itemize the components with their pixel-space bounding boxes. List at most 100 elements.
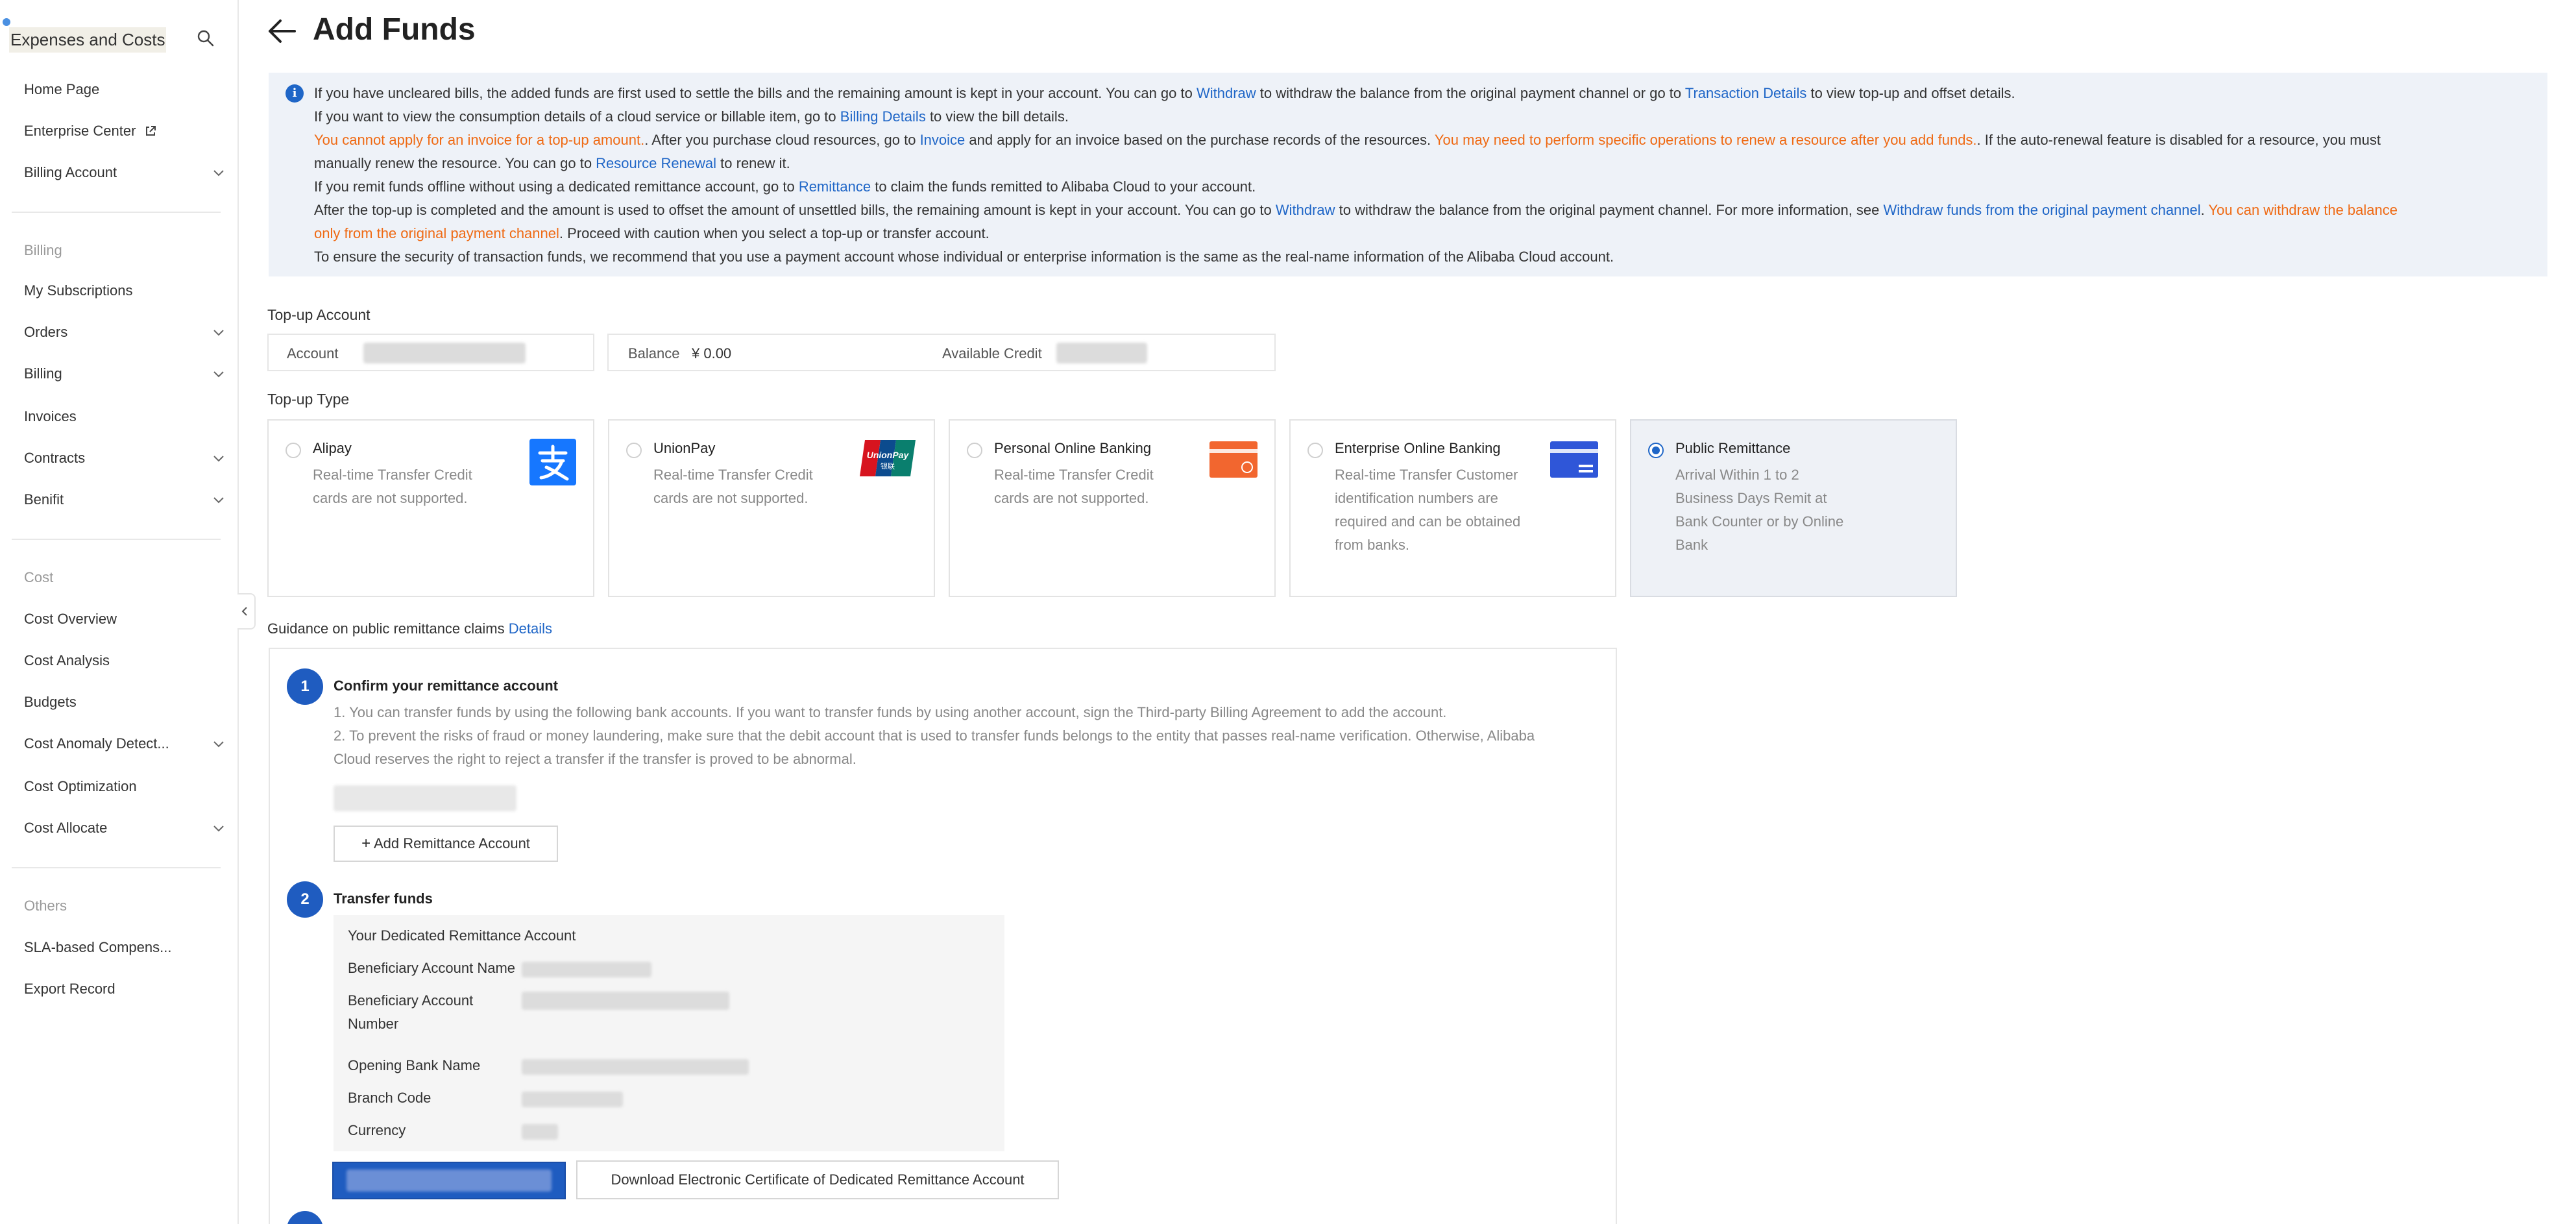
sidebar-item-label: Home Page bbox=[24, 81, 100, 97]
remittance-link[interactable]: Remittance bbox=[799, 178, 871, 195]
sidebar-item-export-record[interactable]: Export Record bbox=[24, 976, 225, 1002]
resource-renewal-link[interactable]: Resource Renewal bbox=[596, 155, 716, 171]
sidebar-item-label: Benifit bbox=[24, 491, 64, 508]
sidebar-item-billing-account[interactable]: Billing Account bbox=[24, 160, 225, 186]
topup-option-unionpay[interactable]: UnionPay Real-time Transfer Credit cards… bbox=[608, 419, 935, 597]
withdraw-link[interactable]: Withdraw bbox=[1197, 85, 1256, 101]
sidebar-item-cost-allocate[interactable]: Cost Allocate bbox=[24, 815, 225, 841]
divider bbox=[12, 539, 221, 540]
sidebar-item-label: Export Record bbox=[24, 981, 115, 997]
sidebar-item-home-page[interactable]: Home Page bbox=[24, 77, 225, 103]
withdraw-link[interactable]: Withdraw bbox=[1276, 202, 1335, 218]
sidebar-item-sla-compensation[interactable]: SLA-based Compens... bbox=[24, 935, 225, 961]
radio-button-selected[interactable] bbox=[1648, 443, 1664, 458]
chevron-down-icon bbox=[213, 826, 224, 832]
notice-text: If you have uncleared bills, the added f… bbox=[314, 85, 1197, 101]
notice-text: . bbox=[2200, 202, 2209, 218]
account-label: Account bbox=[287, 345, 339, 361]
currency-label: Currency bbox=[348, 1122, 406, 1138]
redacted-value bbox=[522, 962, 651, 977]
notice-text: . Proceed with caution when you select a… bbox=[559, 225, 990, 241]
option-title: Enterprise Online Banking bbox=[1335, 440, 1501, 456]
radio-button[interactable] bbox=[1307, 443, 1323, 458]
svg-text:UnionPay: UnionPay bbox=[867, 450, 910, 460]
redacted-remittance-account bbox=[334, 785, 516, 811]
redacted-primary-button[interactable] bbox=[332, 1162, 566, 1199]
status-dot bbox=[3, 18, 10, 26]
opening-bank-name-label: Opening Bank Name bbox=[348, 1057, 481, 1073]
download-certificate-button[interactable]: Download Electronic Certificate of Dedic… bbox=[576, 1160, 1059, 1199]
notice-text: . If the auto-renewal feature is disable… bbox=[1976, 132, 2381, 148]
button-label: Add Remittance Account bbox=[374, 835, 530, 851]
enterprise-bank-icon bbox=[1550, 441, 1598, 478]
sidebar-item-invoices[interactable]: Invoices bbox=[24, 404, 225, 430]
invoice-link[interactable]: Invoice bbox=[920, 132, 966, 148]
add-remittance-account-button[interactable]: + Add Remittance Account bbox=[334, 826, 558, 862]
redacted-value bbox=[522, 1092, 623, 1107]
notice-text: to renew it. bbox=[716, 155, 790, 171]
option-title: Public Remittance bbox=[1675, 440, 1791, 456]
topup-option-public-remittance[interactable]: Public Remittance Arrival Within 1 to 2 … bbox=[1630, 419, 1957, 597]
sidebar-item-enterprise-center[interactable]: Enterprise Center bbox=[24, 118, 225, 144]
option-description: Real-time Transfer Credit cards are not … bbox=[994, 467, 1154, 506]
chevron-down-icon bbox=[213, 497, 224, 504]
notice-text: . After you purchase cloud resources, go… bbox=[644, 132, 920, 148]
chevron-down-icon bbox=[213, 456, 224, 462]
sidebar-item-cost-anomaly-detection[interactable]: Cost Anomaly Detect... bbox=[24, 731, 225, 757]
notice-line: manually renew the resource. You can go … bbox=[314, 152, 790, 175]
sidebar-item-cost-analysis[interactable]: Cost Analysis bbox=[24, 648, 225, 674]
account-field[interactable]: Account bbox=[267, 334, 594, 371]
notice-line: only from the original payment channel. … bbox=[314, 222, 990, 245]
sidebar-item-billing[interactable]: Billing bbox=[24, 361, 225, 387]
option-title: UnionPay bbox=[653, 440, 716, 456]
radio-button[interactable] bbox=[286, 443, 301, 458]
step-text: 2. To prevent the risks of fraud or mone… bbox=[334, 728, 1535, 744]
back-arrow-icon[interactable] bbox=[266, 18, 297, 44]
sidebar-item-my-subscriptions[interactable]: My Subscriptions bbox=[24, 278, 225, 304]
option-description: Real-time Transfer Credit cards are not … bbox=[313, 467, 472, 506]
withdraw-funds-link[interactable]: Withdraw funds from the original payment… bbox=[1884, 202, 2201, 218]
steps-panel: 1 Confirm your remittance account 1. You… bbox=[269, 648, 1617, 1224]
external-link-icon bbox=[145, 126, 156, 136]
notice-warning: You can withdraw the balance bbox=[2208, 202, 2398, 218]
balance-value: ¥ 0.00 bbox=[692, 345, 732, 361]
dedicated-remittance-account-panel: Your Dedicated Remittance Account Benefi… bbox=[334, 915, 1004, 1151]
topup-option-enterprise-online-banking[interactable]: Enterprise Online Banking Real-time Tran… bbox=[1289, 419, 1616, 597]
redacted-credit-value bbox=[1056, 343, 1147, 363]
sidebar-item-orders[interactable]: Orders bbox=[24, 319, 225, 345]
balance-panel: Balance ¥ 0.00 Available Credit bbox=[607, 334, 1276, 371]
sidebar-item-cost-overview[interactable]: Cost Overview bbox=[24, 606, 225, 632]
sidebar-item-label: Cost Allocate bbox=[24, 820, 108, 836]
topup-option-personal-online-banking[interactable]: Personal Online Banking Real-time Transf… bbox=[949, 419, 1276, 597]
transaction-details-link[interactable]: Transaction Details bbox=[1685, 85, 1806, 101]
sidebar-item-cost-optimization[interactable]: Cost Optimization bbox=[24, 774, 225, 800]
sidebar-item-label: My Subscriptions bbox=[24, 282, 133, 299]
page-title: Add Funds bbox=[313, 12, 476, 47]
notice-text: If you remit funds offline without using… bbox=[314, 178, 799, 195]
billing-details-link[interactable]: Billing Details bbox=[840, 108, 926, 125]
step-number bbox=[287, 1211, 323, 1224]
redacted-value bbox=[522, 1124, 558, 1140]
sidebar-item-contracts[interactable]: Contracts bbox=[24, 445, 225, 471]
radio-button[interactable] bbox=[967, 443, 982, 458]
redacted-value bbox=[522, 992, 729, 1010]
topup-option-alipay[interactable]: Alipay Real-time Transfer Credit cards a… bbox=[267, 419, 594, 597]
notice-line: If you have uncleared bills, the added f… bbox=[314, 82, 2015, 105]
panel-title: Your Dedicated Remittance Account bbox=[348, 927, 576, 944]
notice-text: to claim the funds remitted to Alibaba C… bbox=[871, 178, 1256, 195]
unionpay-icon: UnionPay 银联 bbox=[860, 440, 916, 476]
sidebar-collapse-button[interactable] bbox=[237, 593, 256, 630]
divider bbox=[12, 212, 221, 213]
sidebar-item-label: SLA-based Compens... bbox=[24, 939, 172, 955]
notice-text: To ensure the security of transaction fu… bbox=[314, 249, 1614, 265]
sidebar-item-benifit[interactable]: Benifit bbox=[24, 487, 225, 513]
step-title: Confirm your remittance account bbox=[334, 678, 558, 694]
sidebar-item-label: Invoices bbox=[24, 408, 77, 424]
sidebar-item-budgets[interactable]: Budgets bbox=[24, 689, 225, 715]
sidebar-item-label: Contracts bbox=[24, 450, 86, 466]
details-link[interactable]: Details bbox=[509, 620, 552, 637]
search-icon[interactable] bbox=[196, 29, 215, 48]
sidebar-item-label: Cost Optimization bbox=[24, 778, 137, 794]
sidebar-item-label: Budgets bbox=[24, 694, 77, 710]
radio-button[interactable] bbox=[626, 443, 642, 458]
